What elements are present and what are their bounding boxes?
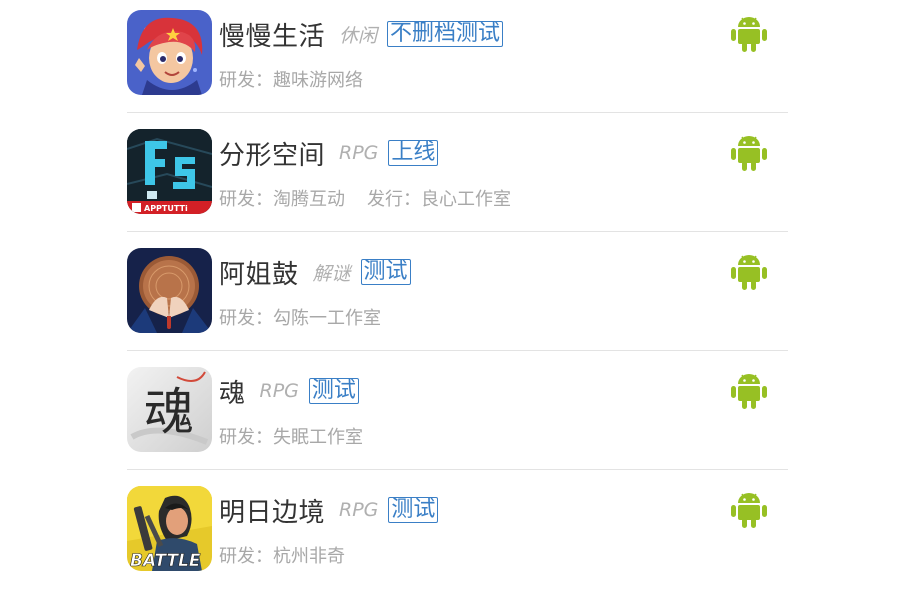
developer-text: 研发：杭州非奇 — [219, 546, 345, 567]
developer-line: 研发：勾陈一工作室 — [219, 304, 381, 330]
status-badge: 测试 — [360, 259, 411, 285]
game-name[interactable]: 阿姐鼓 — [219, 254, 299, 291]
genre-label: 休闲 — [339, 24, 378, 47]
title-line: 分形空间 RPG 上线 — [219, 135, 439, 172]
developer-text: 研发：趣味游网络 — [219, 70, 363, 91]
status-badge: 上线 — [388, 140, 439, 166]
icon-caption: APPTUTTi — [144, 204, 188, 213]
title-line: 阿姐鼓 解谜 测试 — [219, 254, 411, 290]
android-icon[interactable] — [731, 13, 767, 53]
developer-line: 研发：趣味游网络 — [219, 66, 363, 92]
game-list: 慢慢生活 休闲 不删档测试 研发：趣味游网络 APPTUTTi 分形空间 RPG… — [127, 0, 788, 589]
cartoon-girl-icon[interactable] — [127, 10, 212, 95]
title-line: 慢慢生活 休闲 不删档测试 — [219, 16, 504, 53]
genre-label: RPG — [339, 142, 379, 164]
game-name[interactable]: 明日边境 — [219, 492, 325, 529]
developer-text: 研发：勾陈一工作室 — [219, 308, 381, 329]
game-name[interactable]: 慢慢生活 — [219, 16, 325, 53]
icon-caption: BATTLE — [130, 551, 201, 571]
game-name[interactable]: 魂 — [219, 373, 246, 410]
title-line: 明日边境 RPG 测试 — [219, 492, 439, 529]
game-row[interactable]: APPTUTTi 分形空间 RPG 上线 研发：淘腾互动 发行：良心工作室 — [127, 113, 788, 232]
android-icon[interactable] — [731, 370, 767, 410]
developer-text: 研发：淘腾互动 — [219, 189, 345, 210]
genre-label: RPG — [259, 380, 299, 402]
game-name[interactable]: 分形空间 — [219, 135, 325, 172]
publisher-text: 发行：良心工作室 — [367, 189, 511, 210]
genre-label: RPG — [339, 499, 379, 521]
developer-line: 研发：淘腾互动 发行：良心工作室 — [219, 185, 511, 211]
game-row[interactable]: 阿姐鼓 解谜 测试 研发：勾陈一工作室 — [127, 232, 788, 351]
fs-logo-icon[interactable]: APPTUTTi — [127, 129, 212, 214]
developer-line: 研发：杭州非奇 — [219, 542, 345, 568]
developer-text: 研发：失眠工作室 — [219, 427, 363, 448]
game-row[interactable]: BATTLE 明日边境 RPG 测试 研发：杭州非奇 — [127, 470, 788, 589]
android-icon[interactable] — [731, 489, 767, 529]
game-row[interactable]: 慢慢生活 休闲 不删档测试 研发：趣味游网络 — [127, 0, 788, 113]
icon-glyph: 魂 — [144, 383, 194, 441]
soul-calligraphy-icon[interactable]: 魂 — [127, 367, 212, 452]
status-badge: 不删档测试 — [387, 21, 504, 47]
status-badge: 测试 — [308, 378, 359, 404]
game-row[interactable]: 魂 魂 RPG 测试 研发：失眠工作室 — [127, 351, 788, 470]
android-icon[interactable] — [731, 251, 767, 291]
android-icon[interactable] — [731, 132, 767, 172]
battle-soldier-icon[interactable]: BATTLE — [127, 486, 212, 571]
developer-line: 研发：失眠工作室 — [219, 423, 363, 449]
drum-hands-icon[interactable] — [127, 248, 212, 333]
status-badge: 测试 — [388, 497, 439, 523]
title-line: 魂 RPG 测试 — [219, 373, 359, 409]
genre-label: 解谜 — [312, 262, 351, 285]
